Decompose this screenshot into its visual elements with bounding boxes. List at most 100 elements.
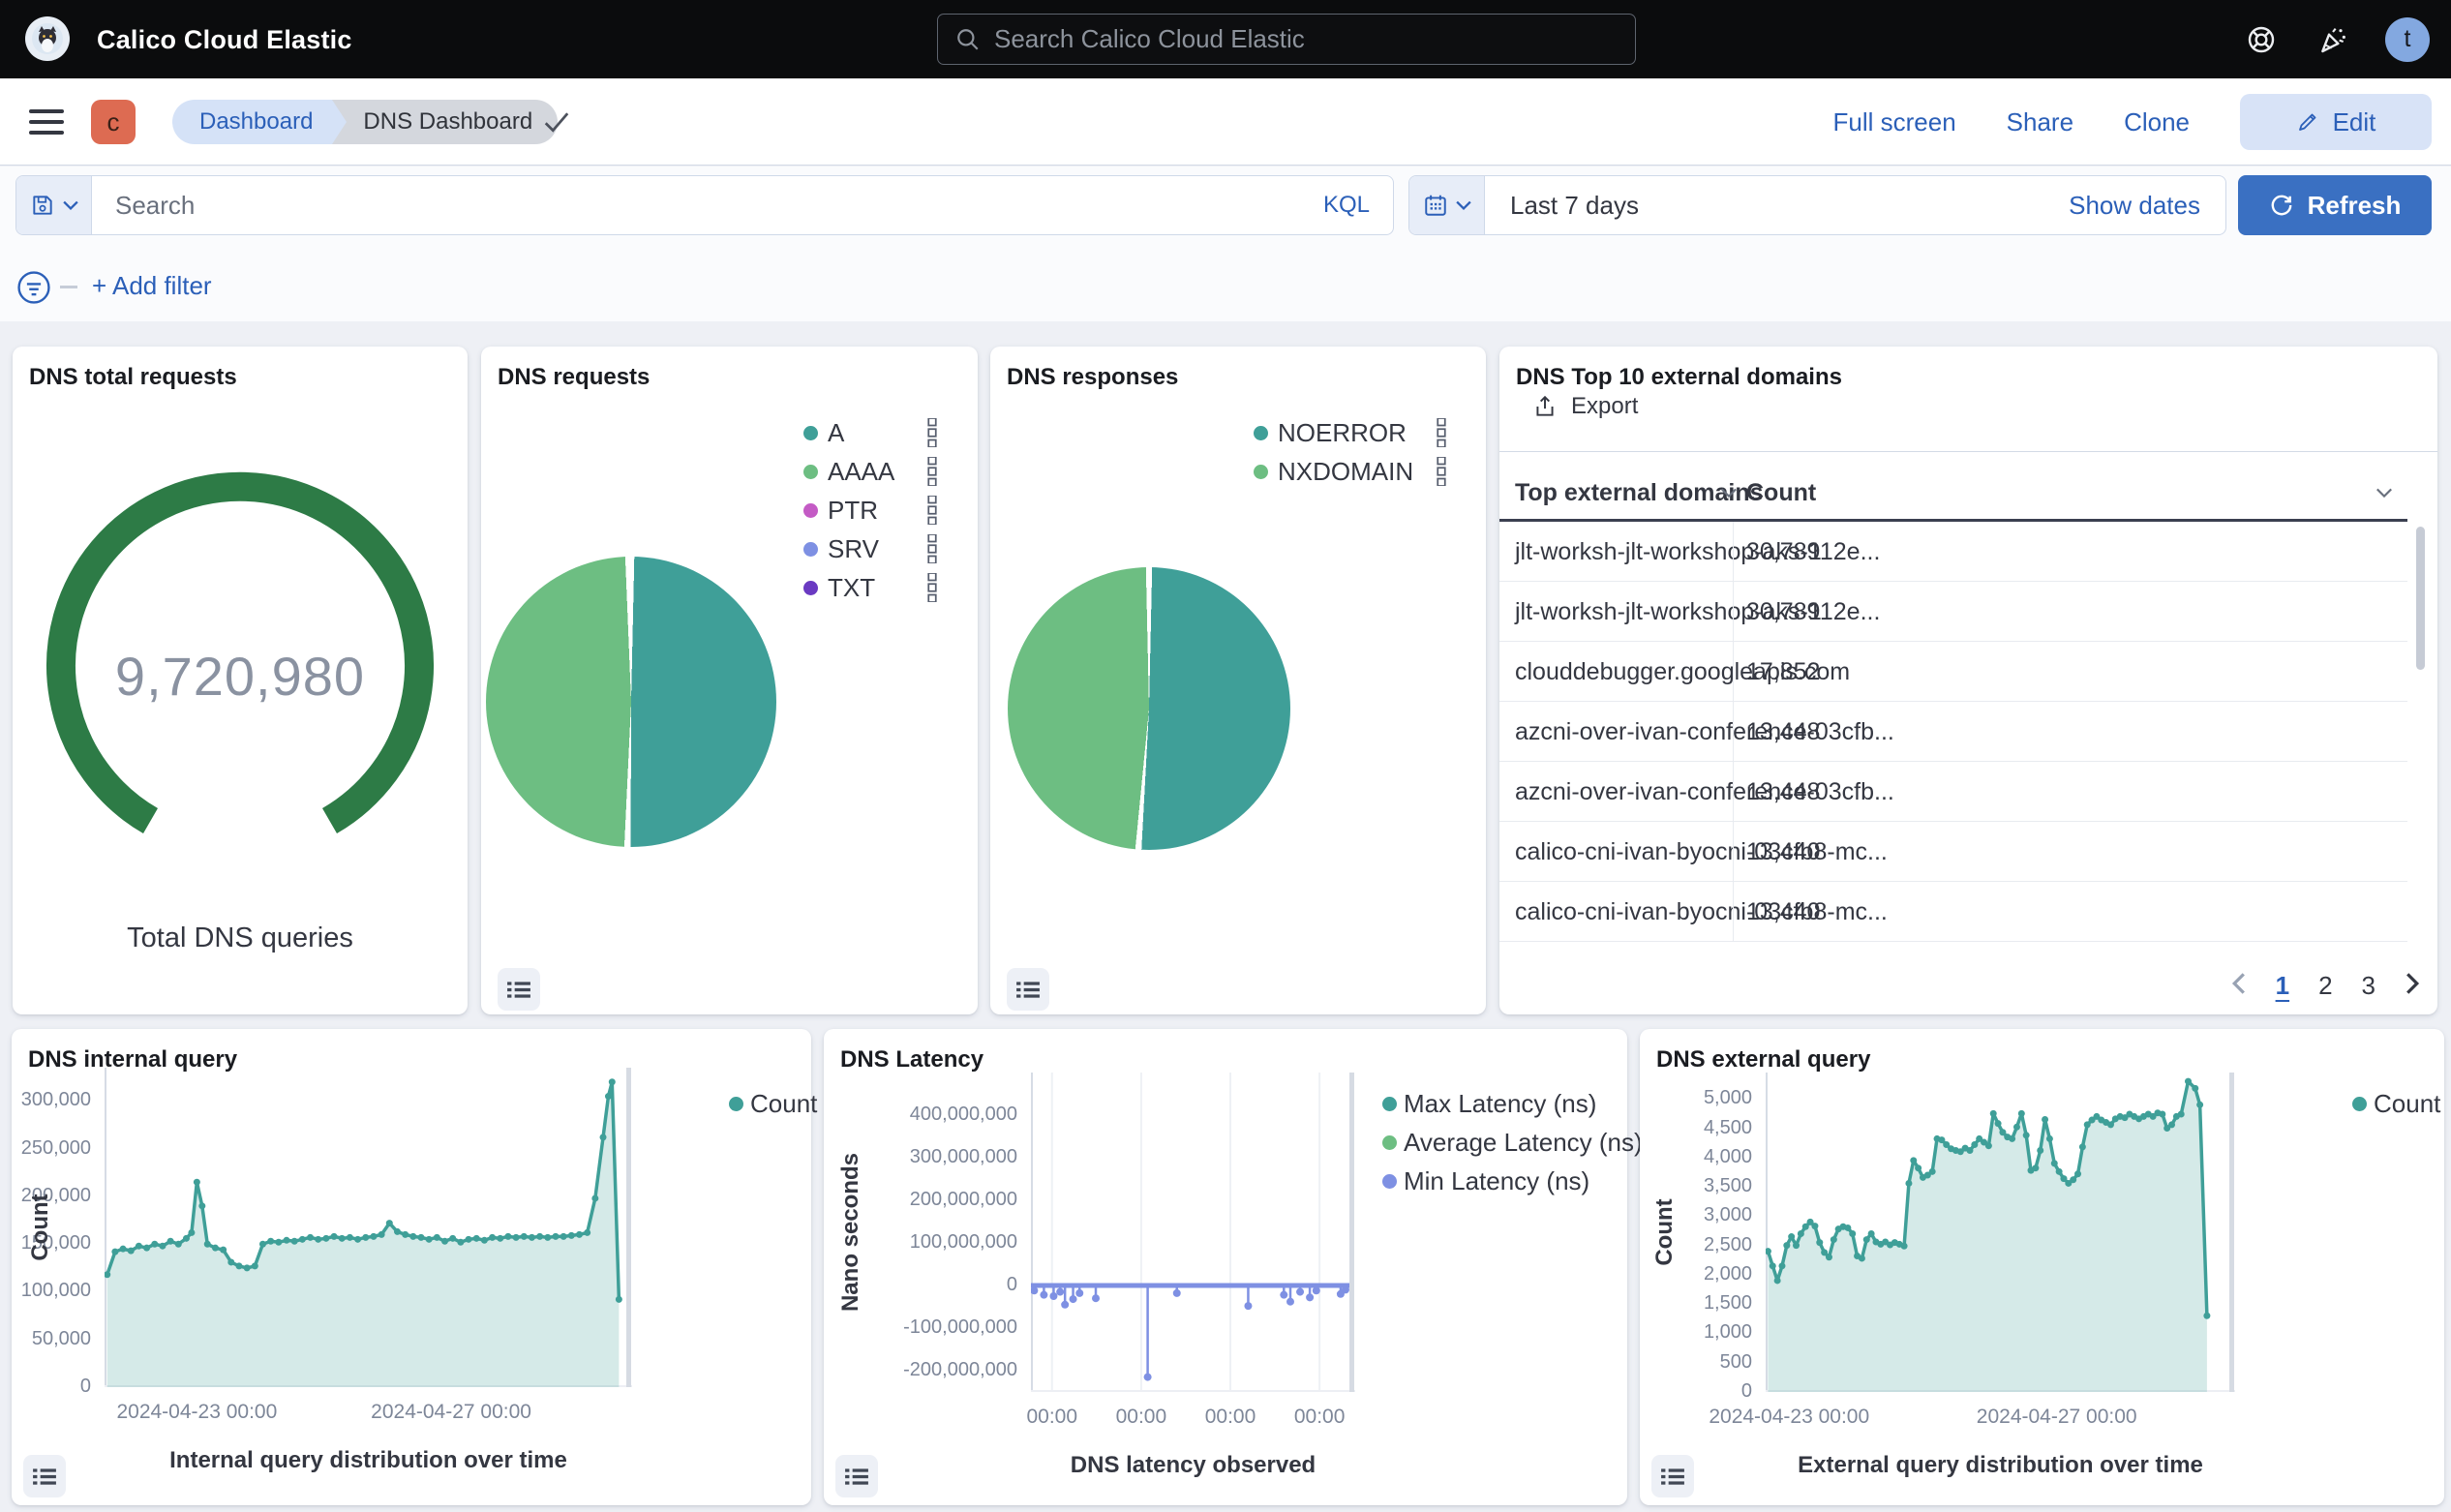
legend-item-aaaa[interactable]: AAAA (828, 457, 894, 487)
legend-actions-icon[interactable] (1434, 457, 1449, 486)
query-bar: KQL (15, 175, 1394, 235)
panel-dns-requests: DNS requests AAAAAPTRSRVTXT (481, 347, 978, 1014)
panel-dns-latency: DNS Latency 400,000,000300,000,000200,00… (824, 1029, 1627, 1505)
dashboard-actions: Full screen Share Clone Edit (1833, 78, 2432, 166)
help-button[interactable] (2242, 20, 2281, 59)
legend-actions-button[interactable] (924, 418, 940, 452)
legend-actions-icon[interactable] (1434, 418, 1449, 447)
time-range-value[interactable]: Last 7 days (1510, 191, 1639, 221)
column-sort-chevron[interactable] (2375, 470, 2393, 515)
calendar-button[interactable] (1409, 176, 1485, 234)
clone-button[interactable]: Clone (2124, 107, 2190, 137)
share-button[interactable]: Share (2007, 107, 2073, 137)
y-tick-label: -200,000,000 (824, 1359, 1017, 1381)
table-scrollbar[interactable] (2416, 527, 2425, 670)
legend-actions-icon[interactable] (924, 534, 940, 563)
date-picker-bar: Last 7 days Show dates (1408, 175, 2226, 235)
table-row: clouddebugger.googleapis.com17,852 (1499, 642, 2407, 702)
panel-title: DNS external query (1656, 1046, 1870, 1074)
legend-item-srv[interactable]: SRV (828, 534, 879, 564)
legend-actions-button[interactable] (1434, 457, 1449, 491)
save-icon (30, 193, 55, 218)
calico-logo[interactable] (25, 16, 70, 61)
menu-button[interactable] (29, 105, 64, 139)
legend-item-txt[interactable]: TXT (828, 573, 875, 603)
legend-item-min-latency-ns-[interactable]: Min Latency (ns) (1404, 1166, 1589, 1196)
cell-count: 17,852 (1746, 642, 1820, 702)
legend-actions-icon[interactable] (924, 418, 940, 447)
cell-domain: jlt-worksh-jlt-workshop-aks-112e... (1515, 522, 1880, 582)
legend-actions-button[interactable] (924, 573, 940, 607)
pagination-next-button[interactable] (2405, 971, 2420, 1001)
pagination-prev-button[interactable] (2231, 971, 2247, 1001)
space-badge[interactable]: c (91, 100, 136, 144)
gauge-value: 9,720,980 (13, 645, 468, 708)
legend-dot (803, 465, 818, 479)
legend-actions-button[interactable] (1434, 418, 1449, 452)
x-tick-label: 00:00 (1116, 1406, 1167, 1429)
legend-dot (1382, 1174, 1397, 1189)
news-button[interactable] (2314, 20, 2352, 59)
y-tick-label: 100,000 (12, 1280, 91, 1302)
add-filter-button[interactable]: + Add filter (92, 271, 212, 301)
app-title: Calico Cloud Elastic (97, 25, 352, 55)
pagination-page-3[interactable]: 3 (2362, 971, 2375, 1001)
column-sort-chevron[interactable] (1720, 470, 1738, 515)
user-avatar[interactable]: t (2385, 17, 2430, 62)
edit-button[interactable]: Edit (2240, 94, 2432, 150)
refresh-button[interactable]: Refresh (2238, 175, 2432, 235)
pagination-page-1[interactable]: 1 (2276, 971, 2289, 1001)
legend-actions-icon[interactable] (924, 573, 940, 602)
x-tick-label: 2024-04-27 00:00 (371, 1401, 531, 1424)
show-dates-button[interactable]: Show dates (2069, 191, 2200, 221)
cell-count: 13,440 (1746, 882, 1820, 942)
legend-toggle-button[interactable] (498, 968, 540, 1011)
life-ring-icon (2246, 24, 2277, 55)
legend-dot (1254, 426, 1268, 440)
y-axis-title: Count (1651, 1198, 1679, 1265)
kql-search-input[interactable] (92, 191, 1300, 221)
legend-item-count[interactable]: Count (750, 1089, 817, 1119)
topbar-icons: t (2242, 0, 2430, 78)
legend-item-noerror[interactable]: NOERROR (1278, 418, 1407, 448)
legend-toggle-button[interactable] (1651, 1455, 1694, 1497)
column-header-count[interactable]: Count (1746, 470, 1816, 515)
legend-dot (729, 1097, 743, 1111)
export-label: Export (1571, 393, 1638, 420)
legend-actions-icon[interactable] (924, 457, 940, 486)
chevron-down-icon (63, 199, 78, 211)
legend-item-a[interactable]: A (828, 418, 844, 448)
legend-toggle-button[interactable] (1007, 968, 1049, 1011)
legend-item-count[interactable]: Count (2374, 1089, 2440, 1119)
search-icon (955, 27, 981, 52)
legend-item-ptr[interactable]: PTR (828, 496, 878, 526)
legend-actions-button[interactable] (924, 534, 940, 568)
table-column-divider (1733, 522, 1734, 942)
saved-query-button[interactable] (16, 176, 92, 234)
filter-menu-button[interactable] (15, 269, 52, 311)
legend-item-nxdomain[interactable]: NXDOMAIN (1278, 457, 1413, 487)
legend-actions-button[interactable] (924, 496, 940, 529)
legend-dot (2352, 1097, 2367, 1111)
full-screen-button[interactable]: Full screen (1833, 107, 1956, 137)
party-popper-icon (2317, 24, 2348, 55)
panel-title: DNS total requests (29, 364, 237, 391)
cell-count: 30,789 (1746, 582, 1820, 642)
global-search[interactable] (937, 14, 1636, 65)
breadcrumb-dashboard[interactable]: Dashboard (172, 100, 332, 144)
query-language-button[interactable]: KQL (1300, 192, 1393, 219)
legend-toggle-button[interactable] (835, 1455, 878, 1497)
legend-item-average-latency-ns-[interactable]: Average Latency (ns) (1404, 1128, 1643, 1158)
legend-actions-button[interactable] (924, 457, 940, 491)
pencil-icon (2296, 110, 2319, 134)
chevron-down-icon (1456, 199, 1471, 211)
breadcrumb-dns-dashboard[interactable]: DNS Dashboard (332, 100, 558, 144)
y-tick-label: 300,000 (12, 1089, 91, 1111)
pagination-page-2[interactable]: 2 (2318, 971, 2332, 1001)
legend-toggle-button[interactable] (23, 1455, 66, 1497)
x-axis-title: DNS latency observed (1071, 1452, 1316, 1479)
legend-actions-icon[interactable] (924, 496, 940, 525)
export-button[interactable]: Export (1532, 393, 1638, 420)
legend-item-max-latency-ns-[interactable]: Max Latency (ns) (1404, 1089, 1596, 1119)
global-search-input[interactable] (994, 24, 1618, 54)
